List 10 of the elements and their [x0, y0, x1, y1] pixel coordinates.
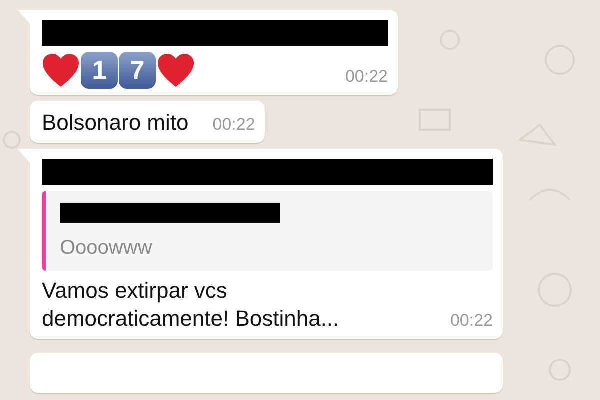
message-text: Vamos extirpar vcs democraticamente! Bostinha...: [42, 277, 340, 333]
keycap-emoji: 7: [119, 52, 156, 89]
message-time: 00:22: [345, 66, 388, 88]
message-time: 00:22: [212, 114, 256, 136]
keycap-emoji: 1: [81, 52, 118, 89]
heart-icon: [42, 52, 80, 88]
message-time: 00:22: [450, 310, 493, 332]
heart-icon: [157, 52, 195, 88]
quoted-text: Oooowww: [60, 236, 154, 261]
message-text: Bolsonaro mito: [42, 109, 189, 137]
